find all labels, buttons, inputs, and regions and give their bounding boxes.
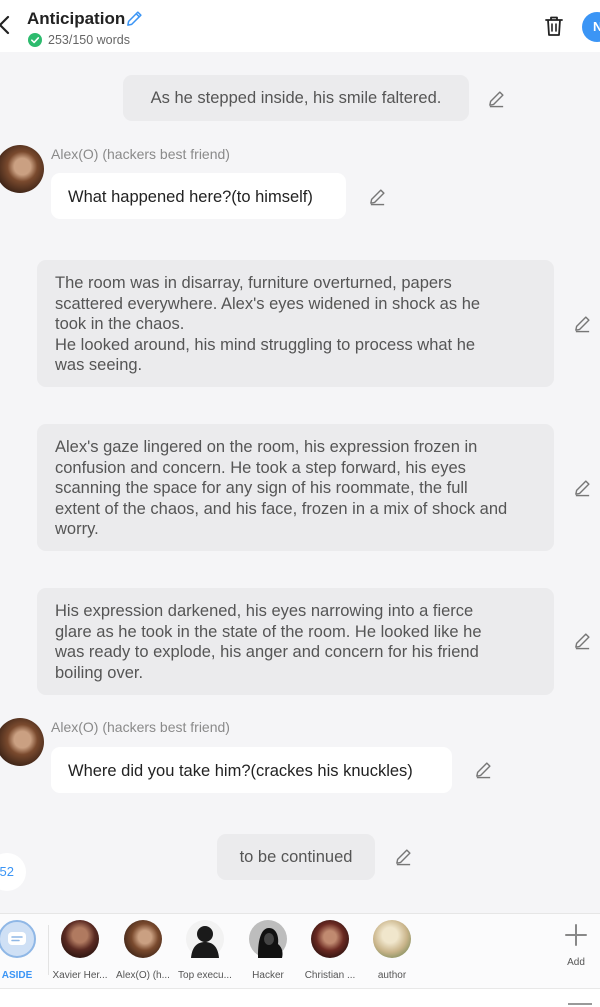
narration-message[interactable]: Alex's gaze lingered on the room, his ex… (37, 424, 554, 551)
message-line: His expression darkened, his eyes narrow… (55, 602, 474, 620)
narration-message[interactable]: to be continued (217, 834, 375, 880)
narration-message[interactable]: The room was in disarray, furniture over… (37, 260, 554, 387)
message-text: What happened here?(to himself) (68, 188, 313, 206)
character-name: ASIDE (1, 970, 33, 981)
word-count: 253/150 words (48, 33, 131, 47)
speaker-name: Alex(O) (hackers best friend) (51, 146, 230, 162)
character-name: Hacker (252, 970, 284, 981)
message-line: He looked around, his mind struggling to… (55, 335, 476, 354)
message-line: was ready to explode, his anger and conc… (55, 643, 479, 661)
dialogue-message[interactable]: What happened here?(to himself) (51, 173, 346, 219)
character-avatar (373, 920, 411, 958)
dialogue-message[interactable]: Where did you take him?(crackes his knuc… (51, 747, 452, 793)
character-avatar (61, 920, 99, 958)
silhouette-icon (186, 920, 224, 958)
character-name: Top execu... (178, 970, 232, 981)
bottom-handle (568, 1003, 592, 1005)
message-line: took in the chaos. (55, 315, 185, 333)
pencil-icon[interactable] (573, 631, 592, 650)
message-line: The room was in disarray, furniture over… (55, 274, 452, 292)
bottom-input-strip (0, 988, 600, 1007)
character-name: Christian ... (304, 970, 356, 981)
character-christian[interactable]: Christian ... (299, 920, 361, 981)
pencil-icon[interactable] (394, 847, 413, 866)
character-avatar (124, 920, 162, 958)
narration-message[interactable]: His expression darkened, his eyes narrow… (37, 588, 554, 695)
pencil-icon[interactable] (368, 187, 387, 206)
character-author[interactable]: author (361, 920, 423, 981)
hooded-silhouette-icon (249, 920, 287, 958)
character-top-executive[interactable]: Top execu... (174, 920, 236, 981)
message-line: was seeing. (55, 356, 143, 374)
character-avatar[interactable] (0, 718, 44, 766)
pencil-icon[interactable] (487, 89, 506, 108)
message-text: As he stepped inside, his smile faltered… (150, 89, 442, 107)
pencil-icon[interactable] (125, 9, 144, 28)
message-text: to be continued (239, 848, 353, 866)
aside-chat-icon (0, 920, 36, 958)
page-title: Anticipation (27, 9, 126, 28)
character-xavier[interactable]: Xavier Her... (49, 920, 111, 981)
pencil-icon[interactable] (573, 314, 592, 333)
check-circle-icon (28, 33, 42, 47)
message-line: scattered everywhere. Alex's eyes widene… (55, 294, 481, 313)
chevron-left-icon[interactable] (0, 12, 12, 38)
character-name: Xavier Her... (52, 970, 108, 981)
message-line: scanning the space for any sign of his r… (55, 479, 468, 497)
narration-message[interactable]: As he stepped inside, his smile faltered… (123, 75, 469, 121)
message-line: confusion and concern. He took a step fo… (55, 458, 466, 477)
pencil-icon[interactable] (474, 760, 493, 779)
character-alex[interactable]: Alex(O) (h... (112, 920, 174, 981)
character-avatar[interactable] (0, 145, 44, 193)
character-name: author (377, 970, 407, 981)
message-line: glare as he took in the state of the roo… (55, 622, 482, 641)
header: Anticipation 253/150 words N (0, 0, 600, 52)
add-label: Add (567, 957, 585, 968)
message-line: worry. (55, 520, 99, 538)
user-avatar-badge[interactable]: N (582, 12, 600, 42)
pencil-icon[interactable] (573, 478, 592, 497)
trash-icon[interactable] (542, 14, 566, 38)
add-character-button[interactable]: Add (556, 922, 596, 968)
word-count-status: 253/150 words (28, 32, 130, 48)
message-text: Where did you take him?(crackes his knuc… (68, 762, 413, 780)
character-name: Alex(O) (h... (116, 970, 170, 981)
character-hacker[interactable]: Hacker (237, 920, 299, 981)
plus-icon (565, 924, 587, 946)
character-aside[interactable]: ASIDE (0, 920, 48, 981)
page-indicator[interactable]: 52 (0, 853, 26, 891)
message-line: extent of the chaos, and his face, froze… (55, 499, 508, 518)
character-avatar (311, 920, 349, 958)
message-line: Alex's gaze lingered on the room, his ex… (55, 438, 478, 456)
speaker-name: Alex(O) (hackers best friend) (51, 719, 230, 735)
message-line: boiling over. (55, 663, 144, 682)
